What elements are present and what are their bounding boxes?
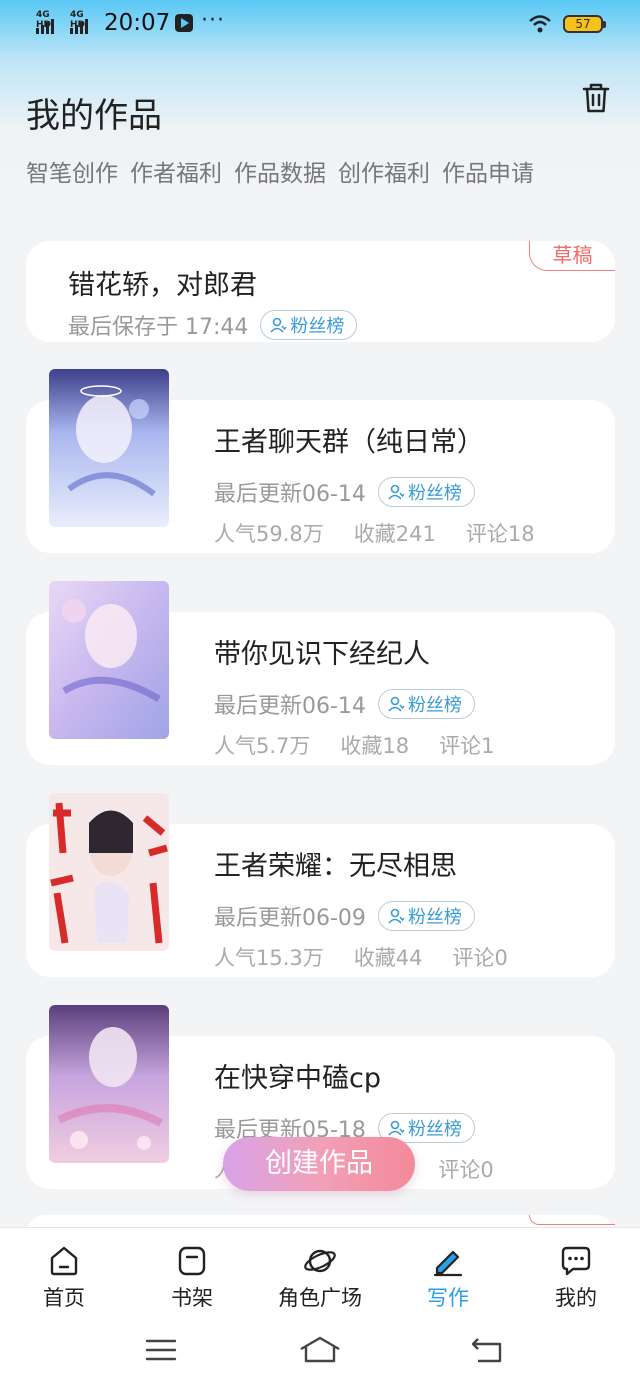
- book-cover-image[interactable]: [49, 581, 169, 739]
- create-work-button[interactable]: 创建作品: [223, 1137, 415, 1191]
- book-cover-image[interactable]: [49, 1005, 169, 1163]
- trash-icon[interactable]: [578, 80, 614, 116]
- tab-label: 书架: [171, 1286, 213, 1310]
- tab-label: 角色广场: [278, 1286, 362, 1310]
- work-updated: 最后更新06-09: [214, 906, 366, 931]
- work-stats: 人气59.8万 收藏241 评论18: [214, 518, 535, 548]
- fan-rank-button[interactable]: 粉丝榜: [377, 689, 475, 719]
- tab-role-square[interactable]: 角色广场: [256, 1244, 384, 1312]
- tab-bookshelf[interactable]: 书架: [128, 1244, 256, 1312]
- tab-label: 写作: [427, 1286, 469, 1310]
- planet-icon: [304, 1249, 336, 1273]
- signal-label-1: 4G HD: [36, 10, 52, 30]
- chat-icon: [561, 1246, 591, 1276]
- tab-mine[interactable]: 我的: [512, 1244, 640, 1312]
- work-popularity: 人气15.3万: [214, 946, 324, 970]
- work-comments: 评论1: [439, 734, 495, 758]
- work-meta: 最后更新06-09 粉丝榜: [214, 900, 475, 932]
- draft-badge-partial: [529, 1215, 615, 1225]
- draft-saved-time: 最后保存于 17:44: [68, 315, 249, 340]
- home-nav-icon[interactable]: [298, 1335, 342, 1365]
- link-work-data[interactable]: 作品数据: [234, 154, 326, 188]
- link-creation-benefits[interactable]: 创作福利: [338, 154, 430, 188]
- fan-rank-label: 粉丝榜: [407, 1119, 462, 1140]
- bottom-tab-bar: 首页 书架 角色广场 写作 我的: [0, 1227, 640, 1327]
- work-stats: 人气15.3万 收藏44 评论0: [214, 942, 508, 972]
- user-icon: [270, 317, 287, 333]
- signal-icon-2: 4G HD: [70, 10, 88, 34]
- link-work-application[interactable]: 作品申请: [442, 154, 534, 188]
- fan-rank-label: 粉丝榜: [407, 907, 462, 928]
- status-time: 20:07: [104, 10, 171, 36]
- work-title: 王者聊天群（纯日常）: [214, 427, 484, 458]
- media-play-icon: [175, 14, 193, 32]
- fan-rank-button[interactable]: 粉丝榜: [377, 901, 475, 931]
- bookshelf-icon: [178, 1246, 206, 1276]
- work-comments: 评论0: [452, 946, 508, 970]
- work-updated: 最后更新06-14: [214, 694, 366, 719]
- work-favorites: 收藏18: [340, 734, 410, 758]
- signal-label-2: 4G HD: [70, 10, 86, 30]
- status-bar: 4G HD 4G HD 20:07 ··· 57: [0, 0, 640, 50]
- tab-label: 首页: [43, 1286, 85, 1310]
- signal-icon-1: 4G HD: [36, 10, 54, 34]
- book-cover-image[interactable]: [49, 369, 169, 527]
- system-nav-bar: [0, 1327, 640, 1387]
- wifi-icon: [529, 15, 551, 33]
- home-icon: [50, 1246, 78, 1276]
- work-stats: 人气5.7万 收藏18 评论1: [214, 730, 495, 760]
- link-author-benefits[interactable]: 作者福利: [130, 154, 222, 188]
- user-icon: [388, 484, 405, 500]
- tab-label: 我的: [555, 1286, 597, 1310]
- work-popularity: 人气5.7万: [214, 734, 311, 758]
- back-icon[interactable]: [470, 1335, 504, 1365]
- user-icon: [388, 696, 405, 712]
- user-icon: [388, 1120, 405, 1136]
- fan-rank-label: 粉丝榜: [290, 316, 345, 337]
- fan-rank-button[interactable]: 粉丝榜: [260, 310, 358, 340]
- work-title: 在快穿中磕cp: [214, 1063, 381, 1094]
- work-comments: 评论18: [465, 522, 535, 546]
- battery-icon: 57: [563, 15, 606, 33]
- work-updated: 最后更新06-14: [214, 482, 366, 507]
- work-title: 王者荣耀：无尽相思: [214, 851, 457, 882]
- work-meta: 最后更新06-14 粉丝榜: [214, 688, 475, 720]
- draft-meta: 最后保存于 17:44 粉丝榜: [68, 309, 358, 341]
- work-comments: 评论0: [438, 1158, 494, 1182]
- more-notifications-icon: ···: [201, 8, 225, 33]
- work-favorites: 收藏44: [353, 946, 423, 970]
- fan-rank-label: 粉丝榜: [407, 483, 462, 504]
- work-title: 带你见识下经纪人: [214, 639, 430, 670]
- write-icon: [433, 1250, 463, 1277]
- page-title: 我的作品: [26, 96, 162, 136]
- tab-write[interactable]: 写作: [384, 1244, 512, 1312]
- quick-links: 智笔创作 作者福利 作品数据 创作福利 作品申请: [26, 154, 534, 188]
- book-cover-image[interactable]: [49, 793, 169, 951]
- tab-home[interactable]: 首页: [0, 1244, 128, 1312]
- draft-title: 错花轿，对郎君: [68, 270, 257, 301]
- work-popularity: 人气59.8万: [214, 522, 324, 546]
- link-smart-writing[interactable]: 智笔创作: [26, 154, 118, 188]
- user-icon: [388, 908, 405, 924]
- menu-icon[interactable]: [144, 1335, 178, 1365]
- draft-card[interactable]: 草稿 错花轿，对郎君 最后保存于 17:44 粉丝榜: [26, 241, 615, 342]
- draft-badge: 草稿: [529, 241, 615, 271]
- work-meta: 最后更新06-14 粉丝榜: [214, 476, 475, 508]
- fan-rank-label: 粉丝榜: [407, 695, 462, 716]
- work-favorites: 收藏241: [353, 522, 436, 546]
- fan-rank-button[interactable]: 粉丝榜: [377, 477, 475, 507]
